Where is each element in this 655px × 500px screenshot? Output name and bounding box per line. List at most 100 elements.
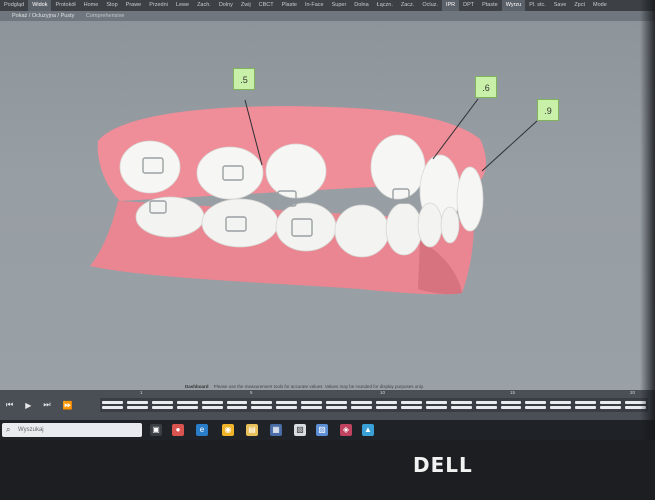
timeline-step-upper[interactable] bbox=[550, 401, 572, 404]
ipr-callout[interactable]: .5 bbox=[233, 68, 255, 90]
timeline-step-upper[interactable] bbox=[500, 401, 522, 404]
timeline-step-lower[interactable] bbox=[351, 406, 372, 409]
dental-model[interactable] bbox=[0, 21, 655, 389]
timeline-step-lower[interactable] bbox=[450, 406, 472, 409]
menu-item[interactable]: Plaste bbox=[278, 0, 301, 11]
menu-item[interactable]: Pl. stc. bbox=[525, 0, 550, 11]
files-icon[interactable]: ▤ bbox=[246, 424, 258, 436]
timeline-step-lower[interactable] bbox=[226, 406, 248, 409]
timeline-step-upper[interactable] bbox=[102, 401, 123, 404]
timeline-step-upper[interactable] bbox=[276, 401, 298, 404]
timeline-step-lower[interactable] bbox=[475, 406, 497, 409]
step-forward-icon[interactable]: ⏭ bbox=[43, 400, 50, 410]
timeline-step-upper[interactable] bbox=[525, 401, 547, 404]
timeline-step-lower[interactable] bbox=[126, 406, 148, 409]
timeline-step-upper[interactable] bbox=[575, 401, 597, 404]
menu-item[interactable]: Lewe bbox=[172, 0, 193, 11]
menu-item[interactable]: Stop bbox=[102, 0, 121, 11]
menu-item-active[interactable]: Widok bbox=[28, 0, 52, 11]
timeline-panel: ⏮ ▶ ⏭ ⏩ 1 5 10 15 20 bbox=[0, 390, 655, 420]
menu-item[interactable]: Super bbox=[328, 0, 351, 11]
menu-item[interactable]: Zwij bbox=[237, 0, 255, 11]
timeline-step-upper[interactable] bbox=[176, 401, 198, 404]
menu-item[interactable]: Dolna bbox=[350, 0, 372, 11]
skip-forward-icon[interactable]: ⏩ bbox=[63, 401, 73, 410]
ipr-callout[interactable]: .6 bbox=[475, 76, 497, 98]
timeline-step-lower[interactable] bbox=[176, 406, 198, 409]
timeline-step-lower[interactable] bbox=[151, 406, 173, 409]
menu-item[interactable]: Prawe bbox=[122, 0, 146, 11]
photos-icon[interactable]: ▨ bbox=[316, 424, 328, 436]
timeline-step-lower[interactable] bbox=[550, 406, 572, 409]
timeline-step-lower[interactable] bbox=[326, 406, 348, 409]
menu-item[interactable]: DPT bbox=[459, 0, 478, 11]
app2-icon[interactable]: ▲ bbox=[362, 424, 374, 436]
timeline-step-lower[interactable] bbox=[500, 406, 522, 409]
menu-item[interactable]: Mode bbox=[589, 0, 611, 11]
timeline-step-upper[interactable] bbox=[301, 401, 323, 404]
menu-item[interactable]: Podgląd bbox=[0, 0, 28, 11]
menu-item[interactable]: Zpct bbox=[570, 0, 589, 11]
viewer-icon[interactable]: ◈ bbox=[340, 424, 352, 436]
menu-item[interactable]: Zach. bbox=[193, 0, 215, 11]
document-title: Pokaż / Ocluzyjna / Pusty bbox=[12, 13, 75, 19]
menu-item-active[interactable]: IPR bbox=[441, 0, 460, 11]
app-icon[interactable]: ▧ bbox=[294, 424, 306, 436]
timeline-step-lower[interactable] bbox=[525, 406, 547, 409]
timeline-step-lower[interactable] bbox=[600, 406, 622, 409]
timeline-step-upper[interactable] bbox=[151, 401, 173, 404]
timeline-step-lower[interactable] bbox=[376, 406, 397, 409]
menu-item[interactable]: Przedni bbox=[145, 0, 172, 11]
timeline-step-upper[interactable] bbox=[400, 401, 422, 404]
browser-icon[interactable]: ● bbox=[172, 424, 184, 436]
3d-viewport[interactable]: .5 .6 .9 bbox=[0, 21, 655, 389]
search-placeholder: Wyszukaj bbox=[18, 427, 44, 433]
menu-item[interactable]: Łączn. bbox=[373, 0, 397, 11]
timeline-step-lower[interactable] bbox=[102, 406, 123, 409]
store-icon[interactable]: ▦ bbox=[270, 424, 282, 436]
document-titlebar: Pokaż / Ocluzyjna / Pusty Comprehensive bbox=[0, 11, 655, 21]
timeline-step-upper[interactable] bbox=[251, 401, 273, 404]
timeline-step-lower[interactable] bbox=[425, 406, 447, 409]
timeline-step-lower[interactable] bbox=[201, 406, 223, 409]
status-text: Please use the measurement tools for acc… bbox=[213, 384, 424, 389]
menu-item[interactable]: In-Face bbox=[301, 0, 328, 11]
timeline-step-upper[interactable] bbox=[326, 401, 348, 404]
menu-item[interactable]: Ptaste bbox=[478, 0, 502, 11]
menu-item[interactable]: Zacz. bbox=[397, 0, 418, 11]
document-subtitle: Comprehensive bbox=[85, 13, 125, 19]
taskbar-search[interactable]: ⌕ Wyszukaj bbox=[2, 423, 142, 437]
timeline-step-upper[interactable] bbox=[226, 401, 248, 404]
timeline-step-lower[interactable] bbox=[575, 406, 597, 409]
chrome-icon[interactable]: ◉ bbox=[222, 424, 234, 436]
menu-item[interactable]: Dolny bbox=[215, 0, 237, 11]
timeline-step-upper[interactable] bbox=[126, 401, 148, 404]
edge-icon[interactable]: e bbox=[196, 424, 208, 436]
status-label: Dashboard bbox=[185, 384, 209, 389]
timeline-step-upper[interactable] bbox=[475, 401, 497, 404]
timeline-step-upper[interactable] bbox=[425, 401, 447, 404]
task-view-icon[interactable]: ▣ bbox=[150, 424, 162, 436]
timeline-step-lower[interactable] bbox=[400, 406, 422, 409]
search-icon: ⌕ bbox=[6, 425, 11, 434]
timeline-step-lower[interactable] bbox=[251, 406, 273, 409]
timeline-step-lower[interactable] bbox=[301, 406, 323, 409]
menu-item[interactable]: Save bbox=[550, 0, 571, 11]
menu-item-active[interactable]: Wyrzu bbox=[501, 0, 526, 11]
timeline-step-upper[interactable] bbox=[600, 401, 622, 404]
taskbar: ⌕ Wyszukaj ▣ ● e ◉ ▤ ▦ ▧ ▨ ◈ ▲ bbox=[0, 420, 655, 440]
skip-back-icon[interactable]: ⏮ bbox=[6, 400, 13, 410]
timeline-track[interactable]: 1 5 10 15 20 bbox=[100, 390, 648, 412]
menu-item[interactable]: CBCT bbox=[255, 0, 278, 11]
timeline-step-upper[interactable] bbox=[376, 401, 397, 404]
menu-item[interactable]: Protokół bbox=[51, 0, 79, 11]
menu-item[interactable]: Ocluz. bbox=[418, 0, 442, 11]
timeline-step-lower[interactable] bbox=[276, 406, 298, 409]
timeline-step-upper[interactable] bbox=[201, 401, 223, 404]
timeline-step-upper[interactable] bbox=[351, 401, 372, 404]
timeline-step-upper[interactable] bbox=[450, 401, 472, 404]
menu-item[interactable]: Home bbox=[80, 0, 103, 11]
playback-controls: ⏮ ▶ ⏭ ⏩ bbox=[0, 390, 100, 420]
ipr-callout[interactable]: .9 bbox=[537, 99, 559, 121]
play-icon[interactable]: ▶ bbox=[25, 401, 31, 410]
